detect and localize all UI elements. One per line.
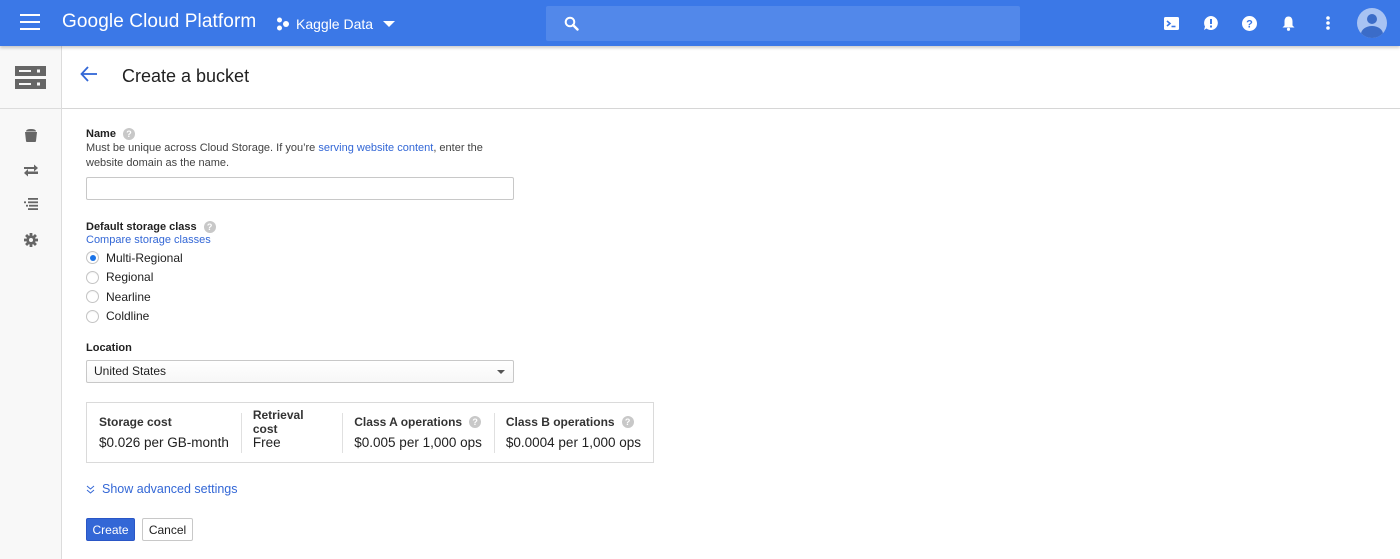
help-icon: ?	[1242, 15, 1257, 31]
cost-title: Class B operations	[505, 414, 615, 429]
more-vert-icon	[1325, 16, 1330, 30]
cancel-button[interactable]: Cancel	[142, 518, 193, 541]
cost-value: Free	[252, 434, 281, 450]
left-nav	[0, 46, 62, 559]
nav-item-browser[interactable]	[19, 123, 43, 147]
search-input[interactable]	[596, 6, 1006, 41]
radio-regional[interactable]: Regional	[86, 268, 216, 288]
show-advanced-settings-link[interactable]: Show advanced settings	[86, 482, 238, 496]
cost-title: Storage cost	[99, 414, 172, 429]
page-header: Create a bucket	[62, 46, 1400, 109]
help-icon[interactable]: ?	[122, 128, 135, 140]
location-selected-value: United States	[94, 364, 167, 378]
nav-item-transfer-appliance[interactable]	[19, 192, 43, 216]
name-description: Must be unique across Cloud Storage. If …	[86, 141, 516, 171]
help-icon[interactable]: ?	[203, 221, 216, 233]
cost-title: Class A operations	[354, 414, 463, 429]
advanced-settings-label: Show advanced settings	[102, 482, 238, 496]
bucket-name-input[interactable]	[86, 177, 514, 200]
storage-icon[interactable]	[15, 66, 46, 89]
more-options-button[interactable]	[1308, 0, 1347, 46]
compare-storage-classes-link[interactable]: Compare storage classes	[86, 234, 216, 246]
notifications-icon	[1282, 16, 1295, 31]
app-title[interactable]: Google Cloud Platform	[62, 11, 256, 33]
name-label: Name	[86, 128, 116, 140]
radio-nearline[interactable]: Nearline	[86, 287, 216, 307]
transfer-appliance-icon	[24, 198, 38, 210]
radio-button[interactable]	[86, 309, 99, 323]
name-section: Name ? Must be unique across Cloud Stora…	[86, 128, 516, 171]
name-label-row: Name ?	[86, 128, 516, 140]
radio-label: Coldline	[106, 309, 150, 324]
location-select[interactable]: United States	[86, 360, 514, 383]
serving-website-content-link[interactable]: serving website content	[318, 142, 433, 154]
account-avatar[interactable]	[1357, 8, 1387, 38]
help-icon[interactable]: ?	[621, 415, 634, 428]
cost-title: Retrieval cost	[252, 407, 304, 436]
page-title: Create a bucket	[122, 66, 250, 86]
settings-icon	[24, 233, 38, 247]
menu-icon[interactable]	[20, 14, 40, 30]
radio-button[interactable]	[86, 290, 99, 304]
search-icon	[564, 16, 579, 31]
cost-storage: Storage cost $0.026 per GB-month	[99, 413, 241, 453]
project-selector[interactable]: Kaggle Data	[276, 13, 396, 35]
radio-label: Regional	[106, 270, 154, 285]
radio-multi-regional[interactable]: Multi-Regional	[86, 248, 216, 268]
cost-value: $0.0004 per 1,000 ops	[505, 434, 641, 450]
cost-class-a: Class A operations? $0.005 per 1,000 ops	[342, 412, 494, 453]
storage-class-section: Default storage class ? Compare storage …	[86, 221, 216, 326]
top-actions: ?	[1152, 0, 1400, 46]
cloud-shell-button[interactable]	[1152, 0, 1191, 46]
svg-text:?: ?	[1246, 18, 1253, 30]
radio-coldline[interactable]: Coldline	[86, 307, 216, 327]
dropdown-arrow-icon	[497, 370, 505, 374]
feedback-button[interactable]	[1191, 0, 1230, 46]
project-icon	[277, 17, 289, 31]
cost-value: $0.026 per GB-month	[99, 434, 229, 450]
double-chevron-down-icon	[86, 485, 95, 494]
nav-item-transfer[interactable]	[19, 158, 43, 182]
transfer-icon	[24, 164, 38, 177]
location-label: Location	[86, 342, 132, 354]
name-desc-text: Must be unique across Cloud Storage. If …	[86, 142, 319, 154]
help-button[interactable]: ?	[1230, 0, 1269, 46]
back-arrow-icon[interactable]	[80, 66, 98, 82]
storage-class-radio-group: Multi-Regional Regional Nearline Coldlin…	[86, 248, 216, 326]
nav-divider	[0, 108, 62, 109]
notifications-button[interactable]	[1269, 0, 1308, 46]
cost-value: $0.005 per 1,000 ops	[354, 434, 482, 450]
cloud-shell-icon	[1164, 16, 1179, 30]
chevron-down-icon	[383, 21, 396, 27]
help-icon[interactable]: ?	[469, 415, 482, 428]
radio-button[interactable]	[86, 270, 99, 284]
radio-button-checked[interactable]	[86, 251, 99, 265]
cost-retrieval: Retrieval cost Free	[240, 408, 342, 453]
radio-label: Multi-Regional	[106, 250, 183, 265]
search-bar[interactable]	[546, 6, 1020, 41]
bucket-icon	[25, 129, 37, 142]
feedback-icon	[1203, 16, 1218, 30]
cost-summary-panel: Storage cost $0.026 per GB-month Retriev…	[86, 402, 654, 463]
nav-item-settings[interactable]	[19, 228, 43, 252]
project-name: Kaggle Data	[296, 16, 374, 32]
radio-label: Nearline	[106, 289, 151, 304]
top-bar: Google Cloud Platform Kaggle Data ?	[0, 0, 1400, 46]
create-button[interactable]: Create	[86, 518, 135, 541]
cost-class-b: Class B operations? $0.0004 per 1,000 op…	[493, 412, 653, 453]
storage-class-label-row: Default storage class ?	[86, 221, 216, 233]
storage-class-label: Default storage class	[86, 221, 197, 233]
